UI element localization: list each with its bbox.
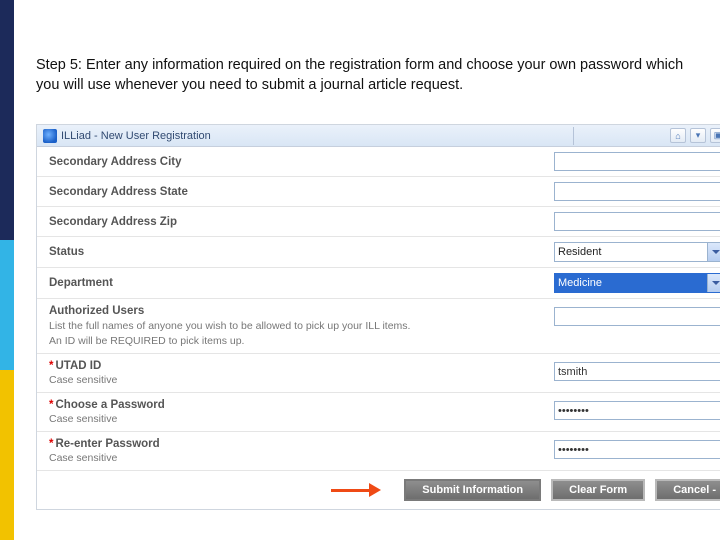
utad-case-note: Case sensitive — [49, 374, 554, 386]
browser-window: ILLiad - New User Registration ⌂ ▾ ▣ Sec… — [36, 124, 720, 510]
registration-form: Secondary Address City Secondary Address… — [37, 147, 720, 509]
label-zip: Secondary Address Zip — [49, 216, 554, 228]
callout-arrow-icon — [331, 483, 388, 497]
row-utad-id: UTAD ID Case sensitive — [37, 354, 720, 393]
select-status[interactable]: Resident — [554, 242, 720, 262]
select-status-value: Resident — [558, 246, 601, 258]
row-password-confirm: Re-enter Password Case sensitive — [37, 432, 720, 471]
select-department[interactable]: Medicine — [554, 273, 720, 293]
feed-icon[interactable]: ▣ — [710, 128, 720, 143]
tab-title[interactable]: ILLiad - New User Registration — [61, 130, 211, 142]
home-icon[interactable]: ⌂ — [670, 128, 686, 143]
row-city: Secondary Address City — [37, 147, 720, 177]
ie-favicon-icon — [43, 129, 57, 143]
password2-case-note: Case sensitive — [49, 452, 554, 464]
chevron-down-icon — [707, 274, 720, 292]
input-utad[interactable] — [554, 362, 720, 381]
row-password: Choose a Password Case sensitive — [37, 393, 720, 432]
chevron-down-icon — [707, 243, 720, 261]
clear-button[interactable]: Clear Form — [551, 479, 645, 501]
label-password-confirm: Re-enter Password — [49, 438, 160, 450]
row-department: Department Medicine — [37, 268, 720, 299]
input-authorized[interactable] — [554, 307, 720, 326]
select-department-value: Medicine — [558, 277, 602, 289]
input-state[interactable] — [554, 182, 720, 201]
row-status: Status Resident — [37, 237, 720, 268]
instruction-text: Step 5: Enter any information required o… — [36, 56, 691, 95]
decoration-stripe-gold — [0, 370, 14, 540]
password-case-note: Case sensitive — [49, 413, 554, 425]
authorized-help-2: An ID will be REQUIRED to pick items up. — [49, 335, 554, 347]
dropdown-icon[interactable]: ▾ — [690, 128, 706, 143]
input-password-confirm[interactable] — [554, 440, 720, 459]
label-city: Secondary Address City — [49, 156, 554, 168]
label-utad: UTAD ID — [49, 360, 101, 372]
browser-tabbar: ILLiad - New User Registration ⌂ ▾ ▣ — [37, 125, 720, 147]
row-zip: Secondary Address Zip — [37, 207, 720, 237]
input-password[interactable] — [554, 401, 720, 420]
decoration-stripe-navy — [0, 0, 14, 240]
input-city[interactable] — [554, 152, 720, 171]
button-row: Submit Information Clear Form Cancel - — [37, 471, 720, 509]
label-status: Status — [49, 246, 554, 258]
input-zip[interactable] — [554, 212, 720, 231]
decoration-stripe-sky — [0, 240, 14, 370]
submit-button[interactable]: Submit Information — [404, 479, 541, 501]
cancel-button[interactable]: Cancel - — [655, 479, 720, 501]
row-state: Secondary Address State — [37, 177, 720, 207]
label-state: Secondary Address State — [49, 186, 554, 198]
label-department: Department — [49, 277, 554, 289]
row-authorized-users: Authorized Users List the full names of … — [37, 299, 720, 354]
label-password: Choose a Password — [49, 399, 165, 411]
tab-divider — [573, 127, 574, 145]
label-authorized: Authorized Users — [49, 305, 144, 317]
authorized-help-1: List the full names of anyone you wish t… — [49, 320, 554, 332]
toolbar-right: ⌂ ▾ ▣ — [670, 128, 720, 143]
